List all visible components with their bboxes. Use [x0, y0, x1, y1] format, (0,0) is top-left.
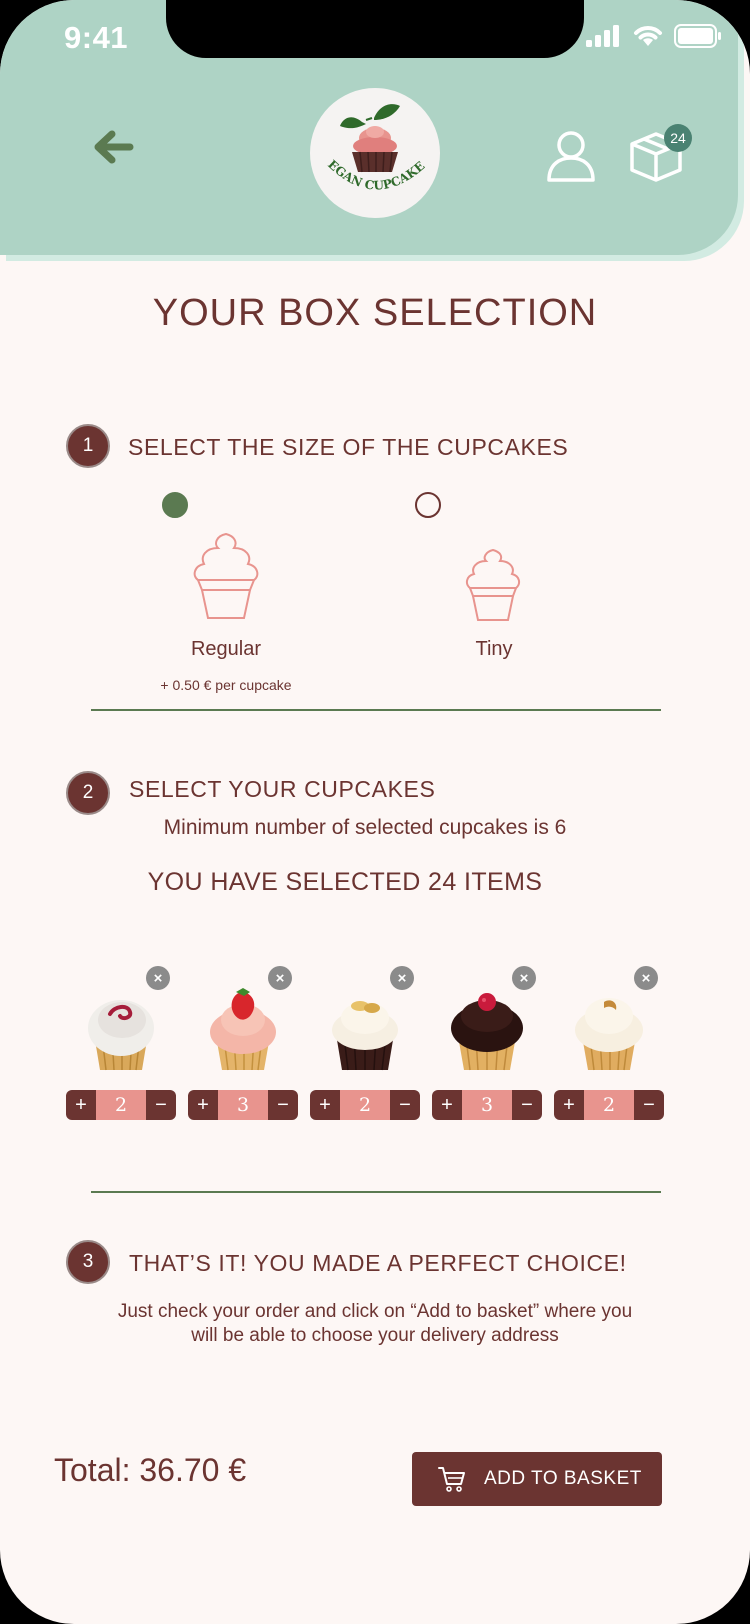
size-tiny-label: Tiny	[475, 638, 513, 660]
step-1-title: SELECT THE SIZE OF THE CUPCAKES	[128, 434, 569, 460]
user-icon	[547, 131, 595, 182]
quantity-value: 3	[218, 1090, 268, 1120]
status-icons	[586, 24, 722, 48]
size-regular-note: + 0.50 € per cupcake	[160, 677, 292, 693]
remove-item-button[interactable]: ×	[268, 966, 292, 990]
increase-button[interactable]: +	[188, 1090, 218, 1120]
quantity-stepper: + 3 −	[432, 1090, 542, 1120]
decrease-button[interactable]: −	[390, 1090, 420, 1120]
decrease-button[interactable]: −	[146, 1090, 176, 1120]
decrease-button[interactable]: −	[512, 1090, 542, 1120]
divider	[91, 1191, 661, 1193]
quantity-stepper: + 2 −	[66, 1090, 176, 1120]
svg-text:VEGAN CUPCAKES: VEGAN CUPCAKES	[310, 88, 427, 193]
quantity-value: 3	[462, 1090, 512, 1120]
phone-screen: 9:41 EGAN CUPCAKE 24 YOUR BOX SELECTION …	[0, 0, 750, 1624]
status-time: 9:41	[64, 20, 129, 55]
increase-button[interactable]: +	[554, 1090, 584, 1120]
cupcake-item: × + 2 −	[310, 966, 420, 1120]
profile-button[interactable]	[546, 130, 596, 182]
quantity-value: 2	[584, 1090, 634, 1120]
add-to-basket-button[interactable]: ADD TO BASKET	[412, 1452, 662, 1506]
increase-button[interactable]: +	[310, 1090, 340, 1120]
cupcake-item: × + 2 −	[66, 966, 176, 1120]
cart-icon	[438, 1467, 465, 1492]
red-velvet-swirl-cupcake-image	[88, 1000, 154, 1071]
box-count-badge: 24	[664, 124, 692, 152]
logo-text: VEGAN CUPCAKES	[310, 88, 427, 193]
remove-item-button[interactable]: ×	[146, 966, 170, 990]
step-3-title: THAT’S IT! YOU MADE A PERFECT CHOICE!	[129, 1250, 627, 1276]
size-regular-label: Regular	[190, 638, 262, 660]
quantity-value: 2	[96, 1090, 146, 1120]
order-total: Total: 36.70 €	[54, 1452, 247, 1488]
battery-icon	[674, 24, 721, 48]
arrow-left-icon	[94, 130, 134, 164]
vanilla-caramel-cupcake-image	[575, 998, 643, 1071]
selected-count: YOU HAVE SELECTED 24 ITEMS	[147, 868, 543, 896]
signal-icon	[586, 25, 619, 47]
quantity-stepper: + 2 −	[554, 1090, 664, 1120]
chocolate-raspberry-cupcake-image	[451, 993, 523, 1071]
step-2-number: 2	[66, 771, 110, 815]
add-to-basket-label: ADD TO BASKET	[484, 1468, 642, 1489]
decrease-button[interactable]: −	[634, 1090, 664, 1120]
quantity-stepper: + 3 −	[188, 1090, 298, 1120]
remove-item-button[interactable]: ×	[634, 966, 658, 990]
order-info-text: Just check your order and click on “Add …	[117, 1301, 633, 1346]
minimum-hint: Minimum number of selected cupcakes is 6	[163, 816, 567, 839]
page-title: YOUR BOX SELECTION	[152, 292, 598, 334]
back-button[interactable]	[92, 130, 148, 186]
cupcake-item: × + 2 −	[554, 966, 664, 1120]
size-regular-radio[interactable]	[162, 492, 188, 518]
wifi-icon	[634, 26, 662, 46]
remove-item-button[interactable]: ×	[512, 966, 536, 990]
step-1-number: 1	[66, 424, 110, 468]
quantity-stepper: + 2 −	[310, 1090, 420, 1120]
strawberry-cupcake-image	[210, 988, 276, 1071]
banana-chocolate-cupcake-image	[332, 1001, 398, 1071]
cupcake-item: × + 3 −	[432, 966, 542, 1120]
notch	[166, 0, 584, 58]
decrease-button[interactable]: −	[268, 1090, 298, 1120]
remove-item-button[interactable]: ×	[390, 966, 414, 990]
header: 9:41 EGAN CUPCAKE 24	[0, 0, 738, 255]
cupcake-item: × + 3 −	[188, 966, 298, 1120]
regular-cupcake-icon	[193, 532, 259, 619]
quantity-value: 2	[340, 1090, 390, 1120]
step-2-title: SELECT YOUR CUPCAKES	[129, 776, 436, 802]
divider	[91, 709, 661, 711]
size-tiny-radio[interactable]	[415, 492, 441, 518]
logo[interactable]: VEGAN CUPCAKES	[310, 88, 440, 218]
increase-button[interactable]: +	[66, 1090, 96, 1120]
logo-text-path: VEGAN CUPCAKES	[310, 88, 427, 193]
increase-button[interactable]: +	[432, 1090, 462, 1120]
tiny-cupcake-icon	[465, 548, 521, 621]
step-3-number: 3	[66, 1240, 110, 1284]
